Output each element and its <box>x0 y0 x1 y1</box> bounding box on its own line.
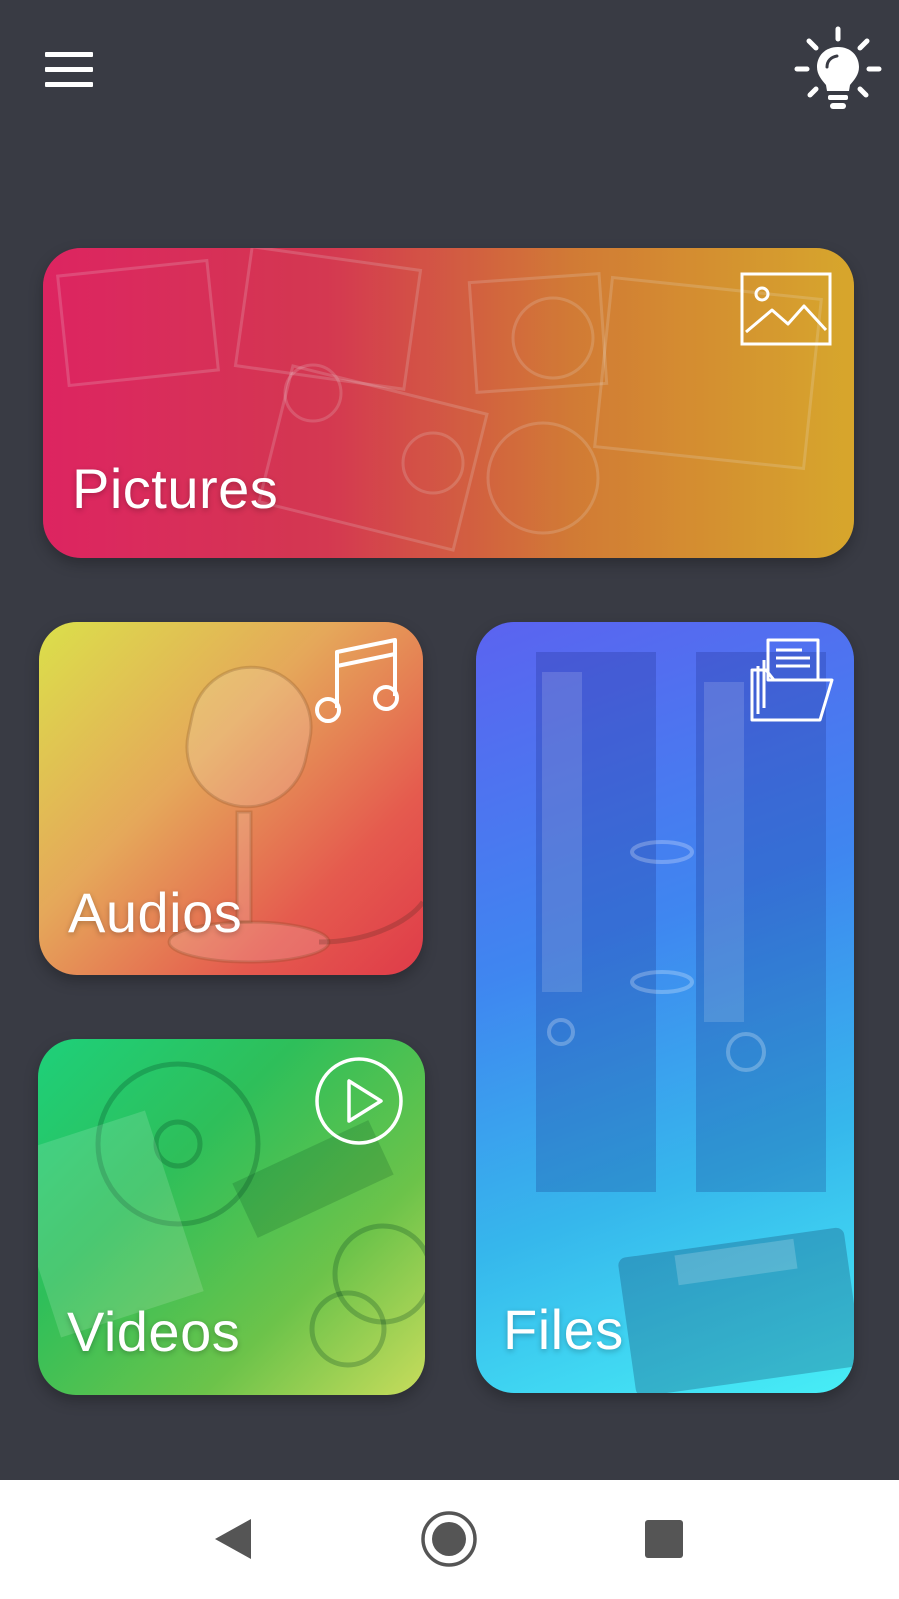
hamburger-menu-icon <box>45 52 93 87</box>
home-button[interactable] <box>404 1494 494 1584</box>
recents-square-icon <box>645 1520 683 1558</box>
files-tile[interactable]: Files <box>476 622 854 1393</box>
system-navigation-bar <box>0 1480 899 1599</box>
play-circle-icon <box>313 1055 405 1152</box>
files-background-decoration <box>536 652 854 1393</box>
back-button[interactable] <box>188 1494 278 1584</box>
folder-documents-icon <box>744 636 836 733</box>
pictures-label: Pictures <box>72 457 279 520</box>
home-screen: Pictures Audios Files Videos <box>0 0 899 1599</box>
menu-button[interactable] <box>30 38 110 102</box>
theme-toggle-button[interactable] <box>790 22 886 118</box>
home-circle-icon <box>421 1511 477 1567</box>
audios-tile[interactable]: Audios <box>39 622 423 975</box>
videos-tile[interactable]: Videos <box>38 1039 425 1395</box>
videos-label: Videos <box>67 1300 241 1363</box>
pictures-tile[interactable]: Pictures <box>43 248 854 558</box>
back-triangle-icon <box>215 1519 251 1559</box>
image-icon <box>740 272 832 351</box>
files-label: Files <box>503 1298 624 1361</box>
recents-button[interactable] <box>619 1494 709 1584</box>
audios-label: Audios <box>68 881 243 944</box>
lightbulb-icon <box>794 26 882 109</box>
music-note-icon <box>315 636 401 733</box>
